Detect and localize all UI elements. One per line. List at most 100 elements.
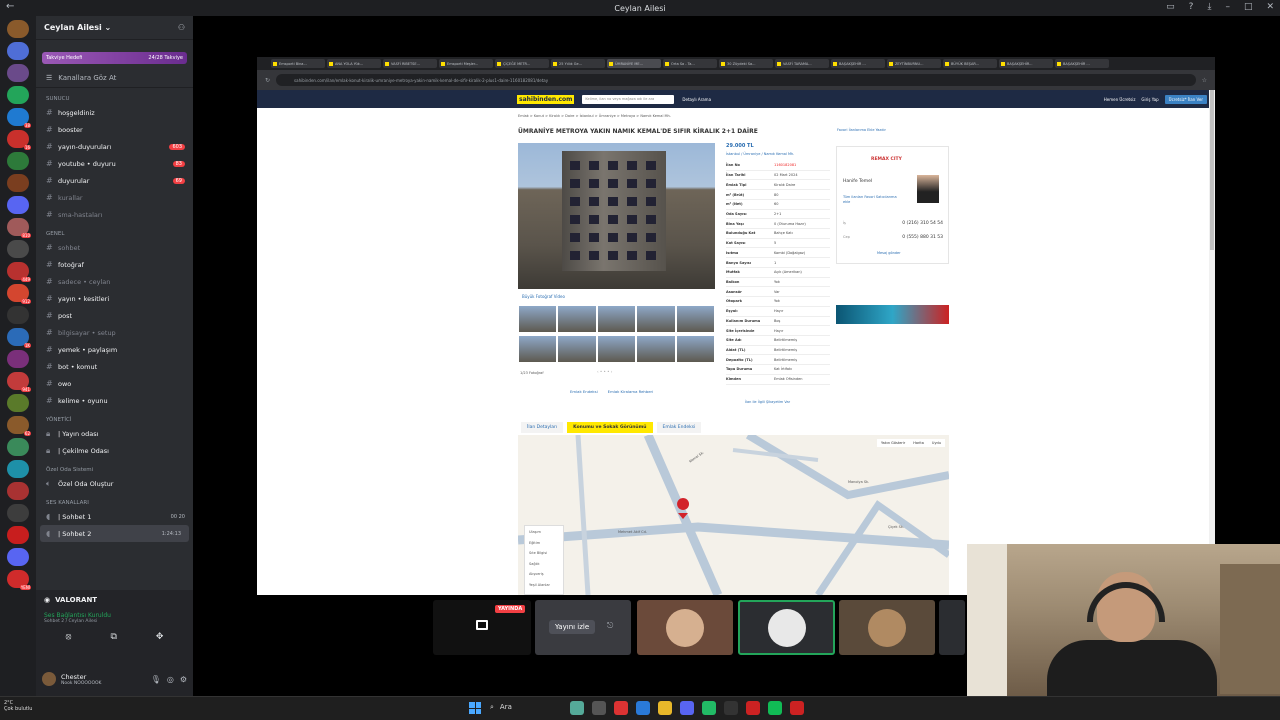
server-icon[interactable]	[7, 152, 29, 170]
browser-tab[interactable]: VASFİ TARAMA...	[775, 59, 829, 68]
url-bar[interactable]: sahibinden.com/ilan/emlak-konut-kiralik-…	[276, 74, 1196, 86]
location-map[interactable]: Kemal Sk. Mehmet Akif Cd. Manolya Sk. Çi…	[518, 435, 949, 595]
channel-item[interactable]: # duyurular 69	[36, 172, 193, 189]
tab-location-street-view[interactable]: Konumu ve Sokak Görünümü	[567, 422, 653, 433]
browser-tab[interactable]: Emsporti Meşler...	[439, 59, 493, 68]
browser-tab[interactable]: 30 Züydeki Sa...	[719, 59, 773, 68]
browser-tab[interactable]: ZEYTİNBURNU...	[887, 59, 941, 68]
server-icon[interactable]	[7, 306, 29, 324]
watch-stream-button[interactable]: Yayını izle	[549, 620, 596, 634]
reload-icon[interactable]: ↻	[265, 77, 270, 84]
microphone-icon[interactable]: 🎙︎	[151, 675, 161, 684]
tab-listing-details[interactable]: İlan Detayları	[521, 422, 564, 433]
photo-controls[interactable]: Büyük Fotoğraf Video	[522, 294, 565, 299]
minimize-icon[interactable]: –	[1225, 2, 1230, 12]
listing-location[interactable]: İstanbul / Ümraniye / Namık Kemal Mh.	[726, 152, 830, 156]
photo-thumbnail[interactable]	[637, 306, 675, 332]
channel-item[interactable]: # yemek • paylaşım	[36, 341, 193, 358]
site-logo[interactable]: sahibinden.com	[517, 94, 575, 104]
channel-item[interactable]: # kelime • oyunu	[36, 392, 193, 409]
close-icon[interactable]: ✕	[1266, 2, 1274, 12]
server-icon[interactable]	[7, 438, 29, 456]
tab-emlak-index[interactable]: Emlak Endeksi	[656, 422, 702, 433]
server-icon[interactable]: YENİ	[7, 570, 31, 590]
app-icon[interactable]	[724, 701, 738, 715]
boost-goal-bar[interactable]: Takviye Hedefi 24/28 Takviye	[42, 52, 187, 64]
server-icon[interactable]: 449	[7, 262, 31, 282]
server-icon[interactable]	[7, 64, 29, 82]
browser-tab[interactable]: ANA YOLA Yük...	[327, 59, 381, 68]
widget-app-icon[interactable]	[570, 701, 584, 715]
map-legend-item[interactable]: Ulaşım	[529, 530, 559, 541]
inbox-icon[interactable]: ▭	[1166, 2, 1175, 12]
breadcrumb[interactable]: Emlak > Konut > Kiralık > Daire > İstanb…	[518, 114, 671, 118]
thumb-pager[interactable]: ‹ • • • ›	[597, 369, 612, 374]
voice-connection[interactable]: Ses Bağlantısı Kuruldu Sohbet 2 / Ceylan…	[36, 608, 193, 628]
channel-item[interactable]: # kurallar	[36, 189, 193, 206]
server-icon[interactable]: 810	[7, 218, 31, 238]
favorite-print-links[interactable]: Favori İlanlarıma Ekle Yazdır	[837, 128, 886, 132]
map-tool-map[interactable]: Harita	[913, 441, 924, 445]
star-icon[interactable]: ☆	[1202, 77, 1207, 84]
photo-thumbnail[interactable]	[597, 336, 636, 362]
server-icon[interactable]	[7, 20, 29, 38]
back-arrow-icon[interactable]: ←	[6, 1, 14, 12]
server-icon[interactable]	[7, 526, 29, 544]
popout-icon[interactable]: ⎋	[607, 621, 613, 631]
server-icon[interactable]	[7, 460, 29, 478]
page-scrollbar[interactable]	[1209, 90, 1215, 595]
channel-item[interactable]: ◖ | Sohbet 1 00 20	[36, 508, 193, 525]
headphones-icon[interactable]: ◎	[167, 675, 174, 684]
server-icon[interactable]	[7, 394, 29, 412]
guild-header[interactable]: Ceylan Ailesi ⌄ ⚇	[36, 16, 193, 40]
map-legend-item[interactable]: Sıte Bilgisi	[529, 551, 559, 562]
server-icon[interactable]	[7, 350, 29, 368]
app-icon[interactable]	[702, 701, 716, 715]
server-icon[interactable]: 912	[7, 284, 31, 304]
category-genel[interactable]: GENEL	[36, 223, 193, 239]
channel-item[interactable]: # yayın • kesitleri	[36, 290, 193, 307]
ad-banner[interactable]	[836, 305, 949, 324]
server-icon[interactable]: 941	[7, 372, 31, 392]
server-icon[interactable]	[7, 504, 29, 522]
server-icon[interactable]	[7, 42, 29, 60]
browse-channels[interactable]: ☰ Kanallara Göz At	[36, 68, 193, 88]
watch-stream-tile[interactable]: Yayını izle ⎋	[535, 600, 631, 655]
app-icon[interactable]	[790, 701, 804, 715]
edge-icon[interactable]	[636, 701, 650, 715]
browser-tab[interactable]: BAŞAKŞEHİR ...	[831, 59, 885, 68]
activity-icon[interactable]: ✥	[156, 632, 164, 642]
screen-share-tile[interactable]: YAYINDA	[433, 600, 531, 655]
map-legend-item[interactable]: Eğitim	[529, 541, 559, 552]
photo-thumbnail[interactable]	[676, 336, 714, 362]
complaint-link[interactable]: İlan ile İlgili Şikayetim Var	[745, 400, 790, 404]
advanced-search-link[interactable]: Detaylı Arama	[682, 97, 711, 102]
channel-item[interactable]: # sohbet	[36, 239, 193, 256]
seller-links[interactable]: Tüm ilanları Favori Satıcılarıma ekle	[843, 195, 903, 205]
server-icon[interactable]	[7, 548, 29, 566]
map-legend-item[interactable]: Sağlık	[529, 562, 559, 573]
channel-item[interactable]: # owo	[36, 375, 193, 392]
taskbar-search[interactable]: ⌕ Ara	[490, 703, 512, 712]
participant-tile-speaking[interactable]	[738, 600, 835, 655]
server-icon[interactable]	[7, 240, 29, 258]
channel-item[interactable]: # post	[36, 307, 193, 324]
voice-server-row[interactable]: ◉ VALORANT	[36, 592, 193, 608]
task-view-icon[interactable]	[592, 701, 606, 715]
agency-name[interactable]: REMAX CITY	[871, 157, 902, 162]
rental-guide-link[interactable]: Emlak Kiralama Rehberi	[608, 389, 654, 394]
server-icon[interactable]	[7, 86, 29, 104]
photo-thumbnail[interactable]	[558, 336, 596, 362]
file-explorer-icon[interactable]	[658, 701, 672, 715]
channel-item[interactable]: 🔒︎ | Yayın odası	[36, 425, 193, 442]
weather-widget[interactable]: 2°C Çok bulutlu	[4, 700, 32, 712]
photo-thumbnail[interactable]	[519, 336, 557, 362]
emlak-index-link[interactable]: Emlak Endeksi	[570, 389, 598, 394]
participant-tile[interactable]	[839, 600, 935, 655]
photo-thumbnail[interactable]	[558, 306, 596, 332]
category-voice[interactable]: SES KANALLARI	[36, 492, 193, 508]
channel-item[interactable]: # booster	[36, 121, 193, 138]
photo-thumbnail[interactable]	[676, 306, 714, 332]
screen-share-icon[interactable]: ⧉	[110, 632, 116, 642]
site-search-input[interactable]: Kelime, ilan no veya mağaza adı ile ara	[582, 94, 675, 104]
